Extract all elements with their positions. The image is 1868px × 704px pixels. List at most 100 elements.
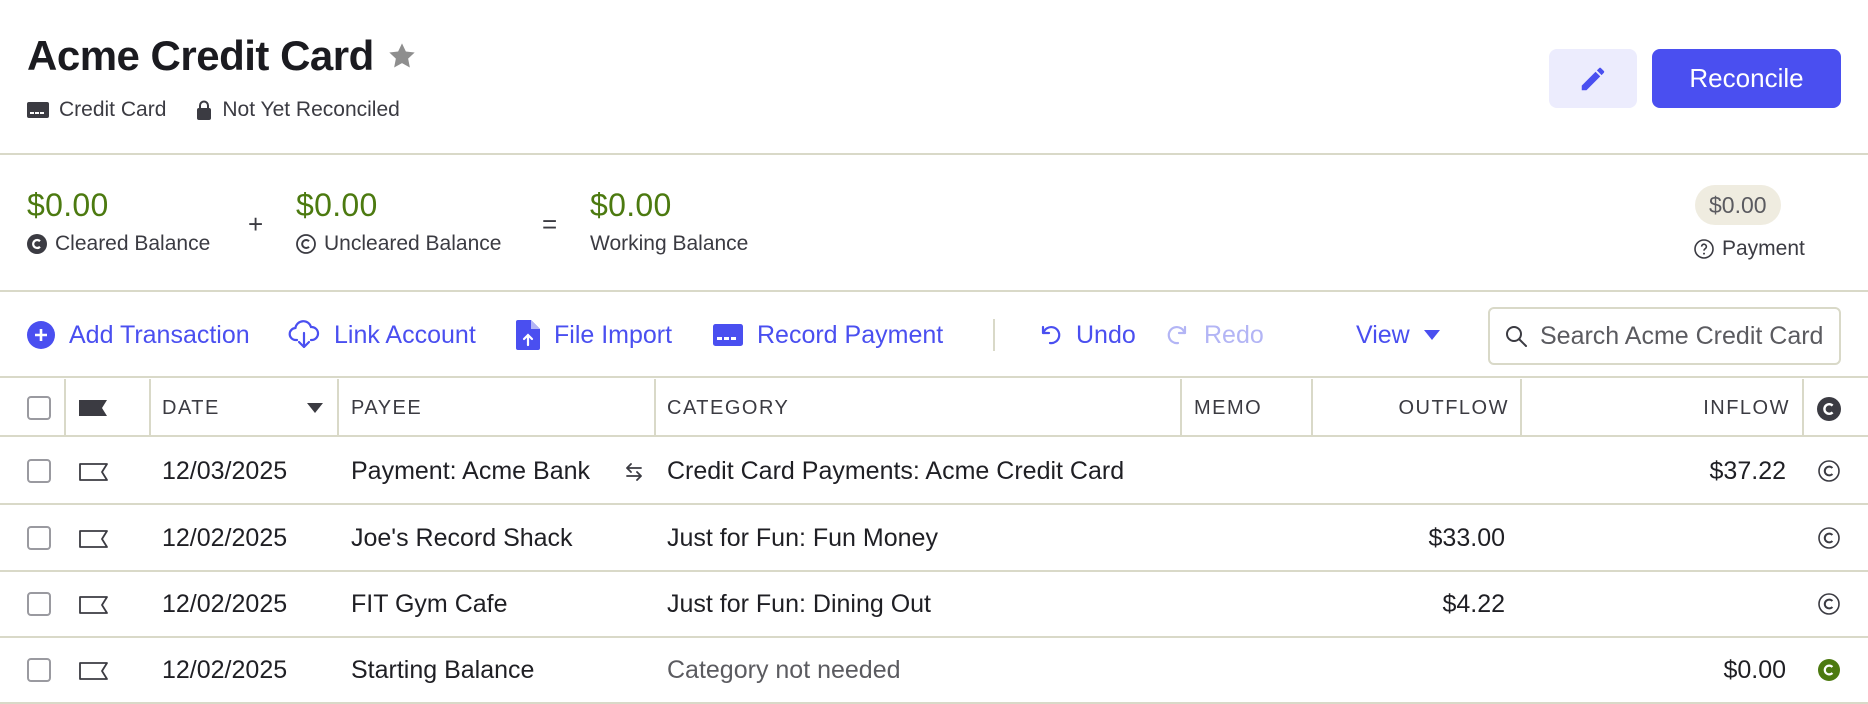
title-row: Acme Credit Card bbox=[27, 32, 418, 80]
inflow-column-label: INFLOW bbox=[1703, 396, 1790, 419]
select-all-checkbox[interactable] bbox=[27, 396, 51, 420]
help-icon[interactable] bbox=[1694, 239, 1714, 259]
payee-cell[interactable]: Joe's Record Shack bbox=[351, 506, 573, 570]
flag-outline-icon[interactable] bbox=[79, 662, 109, 680]
inflow-cell[interactable] bbox=[1520, 572, 1786, 636]
search-icon bbox=[1506, 326, 1527, 347]
payment-amount[interactable]: $0.00 bbox=[1695, 185, 1781, 225]
file-import-icon bbox=[516, 320, 540, 350]
cleared-balance-amount: $0.00 bbox=[27, 187, 109, 223]
cleared-balance-label: Cleared Balance bbox=[55, 232, 211, 255]
account-type-label: Credit Card bbox=[59, 98, 167, 121]
outflow-column-label: OUTFLOW bbox=[1398, 396, 1509, 419]
reconcile-button[interactable]: Reconcile bbox=[1652, 49, 1841, 108]
row-checkbox[interactable] bbox=[27, 526, 51, 550]
working-balance-label: Working Balance bbox=[590, 232, 749, 255]
table-row[interactable]: 12/02/2025 Joe's Record Shack Just for F… bbox=[0, 506, 1868, 572]
payee-cell[interactable]: Payment: Acme Bank bbox=[351, 439, 590, 503]
row-checkbox[interactable] bbox=[27, 592, 51, 616]
uncleared-icon[interactable] bbox=[1818, 460, 1840, 482]
flag-outline-icon[interactable] bbox=[79, 596, 109, 614]
payee-column-label: PAYEE bbox=[351, 396, 423, 419]
link-account-label: Link Account bbox=[334, 320, 476, 349]
file-import-button[interactable]: File Import bbox=[516, 317, 672, 353]
cleared-icon bbox=[27, 234, 47, 254]
table-row[interactable]: 12/02/2025 Starting Balance Category not… bbox=[0, 638, 1868, 704]
date-column-label: DATE bbox=[162, 396, 220, 419]
search-box[interactable] bbox=[1488, 307, 1841, 365]
category-cell[interactable]: Just for Fun: Fun Money bbox=[667, 506, 938, 570]
flag-outline-icon[interactable] bbox=[79, 463, 109, 481]
caret-down-icon bbox=[1423, 330, 1440, 340]
flag-icon[interactable] bbox=[79, 400, 107, 416]
credit-card-icon bbox=[713, 324, 743, 346]
reconcile-status: Not Yet Reconciled bbox=[196, 98, 400, 122]
category-cell[interactable]: Category not needed bbox=[667, 638, 901, 702]
inflow-cell[interactable]: $0.00 bbox=[1520, 638, 1786, 702]
date-cell[interactable]: 12/02/2025 bbox=[162, 506, 287, 570]
working-balance-amount: $0.00 bbox=[590, 187, 672, 223]
cleared-balance-row: Cleared Balance bbox=[27, 232, 210, 256]
add-circle-icon bbox=[27, 321, 55, 349]
row-checkbox[interactable] bbox=[27, 658, 51, 682]
date-cell[interactable]: 12/03/2025 bbox=[162, 439, 287, 503]
memo-column-header[interactable]: MEMO bbox=[1194, 379, 1262, 437]
outflow-column-header[interactable]: OUTFLOW bbox=[1311, 379, 1509, 437]
link-account-button[interactable]: Link Account bbox=[288, 317, 476, 353]
record-payment-button[interactable]: Record Payment bbox=[713, 317, 943, 353]
redo-label: Redo bbox=[1204, 320, 1264, 349]
search-input[interactable] bbox=[1540, 321, 1830, 351]
working-balance: $0.00 Working Balance bbox=[590, 187, 748, 256]
cleared-icon[interactable] bbox=[1818, 659, 1840, 681]
view-label: View bbox=[1356, 320, 1410, 349]
add-transaction-label: Add Transaction bbox=[69, 320, 250, 349]
payee-cell[interactable]: Starting Balance bbox=[351, 638, 534, 702]
undo-label: Undo bbox=[1076, 320, 1136, 349]
plus-sign: + bbox=[248, 209, 264, 239]
outflow-cell[interactable] bbox=[1311, 638, 1505, 702]
category-cell[interactable]: Credit Card Payments: Acme Credit Card bbox=[667, 439, 1124, 503]
redo-button[interactable]: Redo bbox=[1166, 317, 1264, 353]
cleared-balance: $0.00 Cleared Balance bbox=[27, 187, 210, 256]
date-cell[interactable]: 12/02/2025 bbox=[162, 638, 287, 702]
add-transaction-button[interactable]: Add Transaction bbox=[27, 317, 250, 353]
star-icon[interactable] bbox=[386, 40, 418, 72]
cleared-column-icon[interactable] bbox=[1817, 397, 1841, 421]
edit-account-button[interactable] bbox=[1549, 49, 1637, 108]
table-row[interactable]: 12/02/2025 FIT Gym Cafe Just for Fun: Di… bbox=[0, 572, 1868, 638]
sort-desc-icon[interactable] bbox=[307, 403, 323, 413]
row-checkbox[interactable] bbox=[27, 459, 51, 483]
uncleared-icon[interactable] bbox=[1818, 593, 1840, 615]
category-column-label: CATEGORY bbox=[667, 396, 790, 419]
payment-label: Payment bbox=[1722, 237, 1805, 260]
working-balance-row: Working Balance bbox=[590, 232, 748, 256]
reconcile-status-label: Not Yet Reconciled bbox=[222, 98, 400, 121]
view-dropdown[interactable]: View bbox=[1356, 317, 1454, 353]
table-row[interactable]: 12/03/2025 Payment: Acme Bank Credit Car… bbox=[0, 439, 1868, 505]
toolbar-divider bbox=[993, 319, 995, 351]
uncleared-icon bbox=[296, 234, 316, 254]
memo-column-label: MEMO bbox=[1194, 396, 1263, 419]
outflow-cell[interactable]: $4.22 bbox=[1311, 572, 1505, 636]
category-cell[interactable]: Just for Fun: Dining Out bbox=[667, 572, 931, 636]
uncleared-balance-amount: $0.00 bbox=[296, 187, 378, 223]
inflow-cell[interactable] bbox=[1520, 506, 1786, 570]
category-column-header[interactable]: CATEGORY bbox=[667, 379, 789, 437]
outflow-cell[interactable]: $33.00 bbox=[1311, 506, 1505, 570]
payee-column-header[interactable]: PAYEE bbox=[351, 379, 422, 437]
cloud-link-icon bbox=[288, 320, 320, 349]
undo-button[interactable]: Undo bbox=[1038, 317, 1136, 353]
flag-outline-icon[interactable] bbox=[79, 530, 109, 548]
lock-icon bbox=[197, 100, 212, 120]
uncleared-icon[interactable] bbox=[1818, 527, 1840, 549]
account-type: Credit Card bbox=[27, 98, 166, 122]
date-cell[interactable]: 12/02/2025 bbox=[162, 572, 287, 636]
transaction-toolbar: Add Transaction Link Account File Import… bbox=[0, 293, 1868, 378]
pencil-icon bbox=[1581, 67, 1605, 90]
balance-summary: $0.00 Cleared Balance + $0.00 Uncleared … bbox=[0, 157, 1868, 292]
outflow-cell[interactable] bbox=[1311, 439, 1505, 503]
inflow-column-header[interactable]: INFLOW bbox=[1520, 379, 1790, 437]
inflow-cell[interactable]: $37.22 bbox=[1520, 439, 1786, 503]
uncleared-balance: $0.00 Uncleared Balance bbox=[296, 187, 501, 256]
payee-cell[interactable]: FIT Gym Cafe bbox=[351, 572, 508, 636]
